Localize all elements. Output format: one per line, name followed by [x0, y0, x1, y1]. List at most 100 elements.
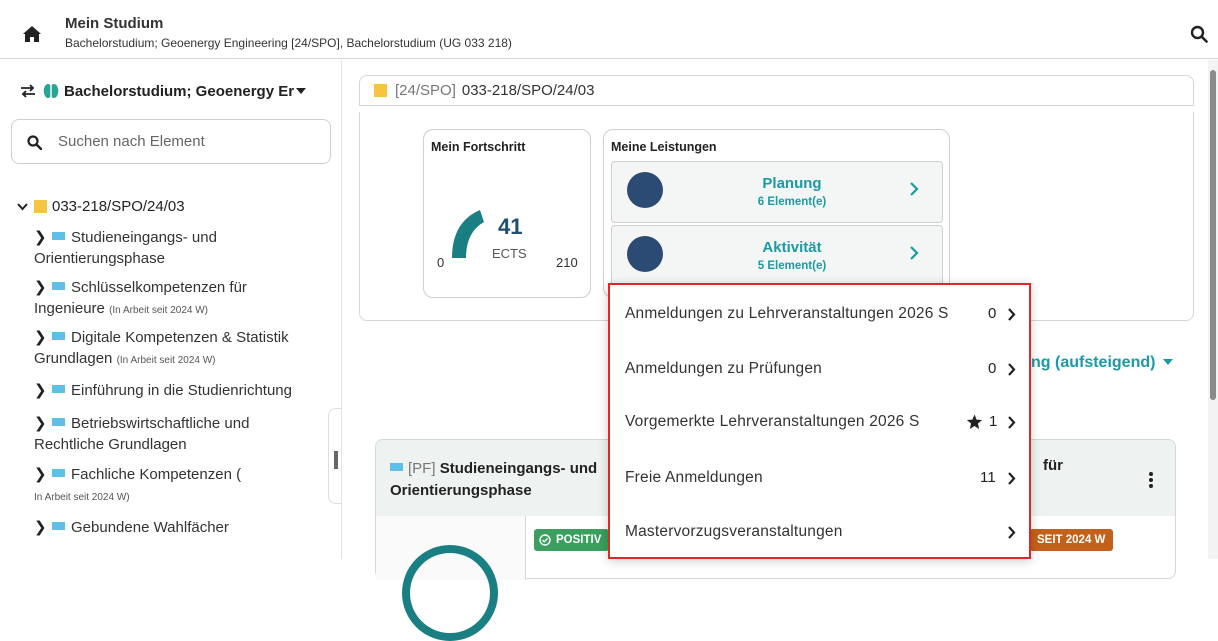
registrations-menu: Anmeldungen zu Lehrveranstaltungen 2026 … [608, 283, 1031, 559]
tree-item[interactable]: ❯ Betriebswirtschaftliche und Rechtliche … [34, 413, 249, 455]
menu-item-vorgemerkte-lv[interactable]: Vorgemerkte Lehrveranstaltungen 2026 S 1 [625, 413, 1017, 435]
study-switcher[interactable]: Bachelorstudium; Geoenergy Er [20, 81, 307, 101]
module-color-square [52, 469, 65, 477]
caret-down-icon [1162, 359, 1173, 365]
achievement-row-count: 5 Element(e) [757, 260, 827, 272]
ects-min: 0 [437, 255, 445, 270]
tree-item-status: In Arbeit seit 2024 W) [34, 492, 130, 503]
module-color-square [390, 463, 403, 471]
menu-item-count: 0 [988, 305, 997, 322]
menu-item-label: Anmeldungen zu Lehrveranstaltungen 2026 … [625, 305, 949, 322]
chevron-right-icon[interactable]: ❯ [34, 413, 47, 434]
spo-color-square [374, 84, 387, 97]
chevron-right-icon [1008, 526, 1016, 539]
home-icon[interactable] [22, 25, 42, 43]
module-tag: [PF] [408, 460, 436, 477]
sort-label: ng (aufsteigend) [1031, 354, 1156, 371]
tree-item[interactable]: ❯ Einführung in die Studienrichtung [34, 380, 292, 401]
tree-item-label-line2: Ingenieure [34, 300, 105, 317]
achievement-row-planung[interactable]: Planung 6 Element(e) [611, 161, 943, 223]
menu-item-label: Vorgemerkte Lehrveranstaltungen 2026 S [625, 413, 920, 430]
chevron-down-icon[interactable] [17, 202, 28, 211]
menu-item-freie-anmeldungen[interactable]: Freie Anmeldungen 11 [625, 469, 1017, 491]
menu-item-label: Freie Anmeldungen [625, 469, 763, 486]
menu-item-count: 1 [989, 413, 998, 430]
module-color-square [52, 332, 65, 340]
progress-card-title: Mein Fortschritt [431, 140, 526, 154]
tree-item[interactable]: ❯ Studieneingangs- und Orientierungsphase [34, 227, 217, 269]
menu-item-label: Mastervorzugsveranstaltungen [625, 523, 843, 540]
menu-item-count: 11 [980, 469, 996, 486]
menu-item-anmeldungen-pruefungen[interactable]: Anmeldungen zu Prüfungen 0 [625, 360, 1017, 382]
star-icon [966, 414, 983, 429]
avatar [627, 236, 663, 272]
tree-item-label-line2: Rechtliche Grundlagen [34, 436, 187, 453]
achievement-row-count: 6 Element(e) [757, 196, 827, 208]
tree-item-label: Digitale Kompetenzen & Statistik [71, 329, 289, 346]
page-scrollbar[interactable] [1208, 60, 1218, 559]
tree-item[interactable]: ❯ Schlüsselkompetenzen für Ingenieure (In… [34, 277, 247, 321]
sidebar: Bachelorstudium; Geoenergy Er 033-218/SP… [0, 60, 342, 559]
menu-item-anmeldungen-lv[interactable]: Anmeldungen zu Lehrveranstaltungen 2026 … [625, 305, 1017, 327]
kebab-menu-icon[interactable] [1149, 472, 1153, 488]
tree-item[interactable]: ❯ Fachliche Kompetenzen ( In Arbeit seit … [34, 464, 241, 508]
tree-item-label: Gebundene Wahlfächer [71, 519, 229, 536]
tree-item-status: (In Arbeit seit 2024 W) [116, 355, 216, 366]
tree-item-label-line2: Grundlagen [34, 350, 113, 367]
menu-item-count: 0 [988, 360, 997, 377]
sidebar-search [11, 119, 331, 164]
avatar [627, 172, 663, 208]
search-input[interactable] [58, 130, 318, 152]
module-color-square [52, 232, 65, 240]
chevron-right-icon[interactable]: ❯ [34, 380, 47, 401]
search-icon[interactable] [1190, 25, 1208, 43]
tree-item-label: Fachliche Kompetenzen ( [71, 466, 242, 483]
check-circle-icon [539, 534, 551, 546]
tree-item[interactable]: ❯ Gebundene Wahlfächer [34, 517, 229, 538]
tree-item-status: (In Arbeit seit 2024 W) [109, 305, 209, 316]
achievements-card-title: Meine Leistungen [611, 140, 717, 154]
tree-item-label: Einführung in die Studienrichtung [71, 382, 292, 399]
scrollbar-thumb[interactable] [1210, 70, 1216, 400]
progress-card: Mein Fortschritt 41 ECTS 0 210 [423, 129, 591, 298]
sort-dropdown[interactable]: ng (aufsteigend) [1031, 354, 1173, 372]
spo-header[interactable]: [24/SPO] 033-218/SPO/24/03 [359, 75, 1194, 106]
tree-item-label: Studieneingangs- und [71, 229, 217, 246]
app-header: Mein Studium Bachelorstudium; Geoenergy … [0, 0, 1218, 59]
chevron-right-icon[interactable]: ❯ [34, 277, 47, 298]
tree-root[interactable]: 033-218/SPO/24/03 [17, 198, 185, 215]
chevron-right-icon [910, 182, 919, 196]
tree-item-label-line2: Orientierungsphase [34, 250, 165, 267]
status-badge-since: SEIT 2024 W [1029, 529, 1114, 551]
spo-color-square [34, 200, 47, 213]
chevron-right-icon [1008, 363, 1016, 376]
chevron-right-icon[interactable]: ❯ [34, 517, 47, 538]
ects-max: 210 [556, 255, 578, 270]
tree-item[interactable]: ❯ Digitale Kompetenzen & Statistik Grundl… [34, 327, 289, 371]
study-switcher-label: Bachelorstudium; Geoenergy Er [64, 82, 295, 100]
chevron-right-icon[interactable]: ❯ [34, 227, 47, 248]
switch-arrows-icon [21, 84, 35, 98]
sidebar-collapse-handle[interactable] [328, 408, 341, 504]
menu-item-label: Anmeldungen zu Prüfungen [625, 360, 822, 377]
achievement-row-label: Aktivität [762, 239, 822, 256]
tree-item-label: Schlüsselkompetenzen für [71, 279, 247, 296]
module-title-line2: Orientierungsphase [390, 482, 532, 499]
chevron-right-icon[interactable]: ❯ [34, 464, 47, 485]
search-icon [27, 135, 42, 150]
chevron-right-icon [1008, 472, 1016, 485]
menu-item-mastervorzug[interactable]: Mastervorzugsveranstaltungen [625, 523, 1017, 545]
achievements-card: Meine Leistungen Planung 6 Element(e) Ak… [603, 129, 950, 298]
page-title: Mein Studium [65, 15, 164, 32]
ects-value: 41 [498, 214, 523, 239]
collapse-handle-icon [334, 451, 338, 469]
chevron-right-icon[interactable]: ❯ [34, 327, 47, 348]
spo-label: 033-218/SPO/24/03 [461, 82, 595, 99]
achievement-row-aktivitaet[interactable]: Aktivität 5 Element(e) [611, 225, 943, 287]
page-subtitle: Bachelorstudium; Geoenergy Engineering [… [65, 36, 512, 50]
status-badge-label: POSITIV [556, 534, 602, 546]
tree-root-label: 033-218/SPO/24/03 [52, 198, 185, 215]
spo-tag: [24/SPO] [395, 82, 456, 99]
module-color-square [52, 282, 65, 290]
tree-item-label: Betriebswirtschaftliche und [71, 415, 250, 432]
